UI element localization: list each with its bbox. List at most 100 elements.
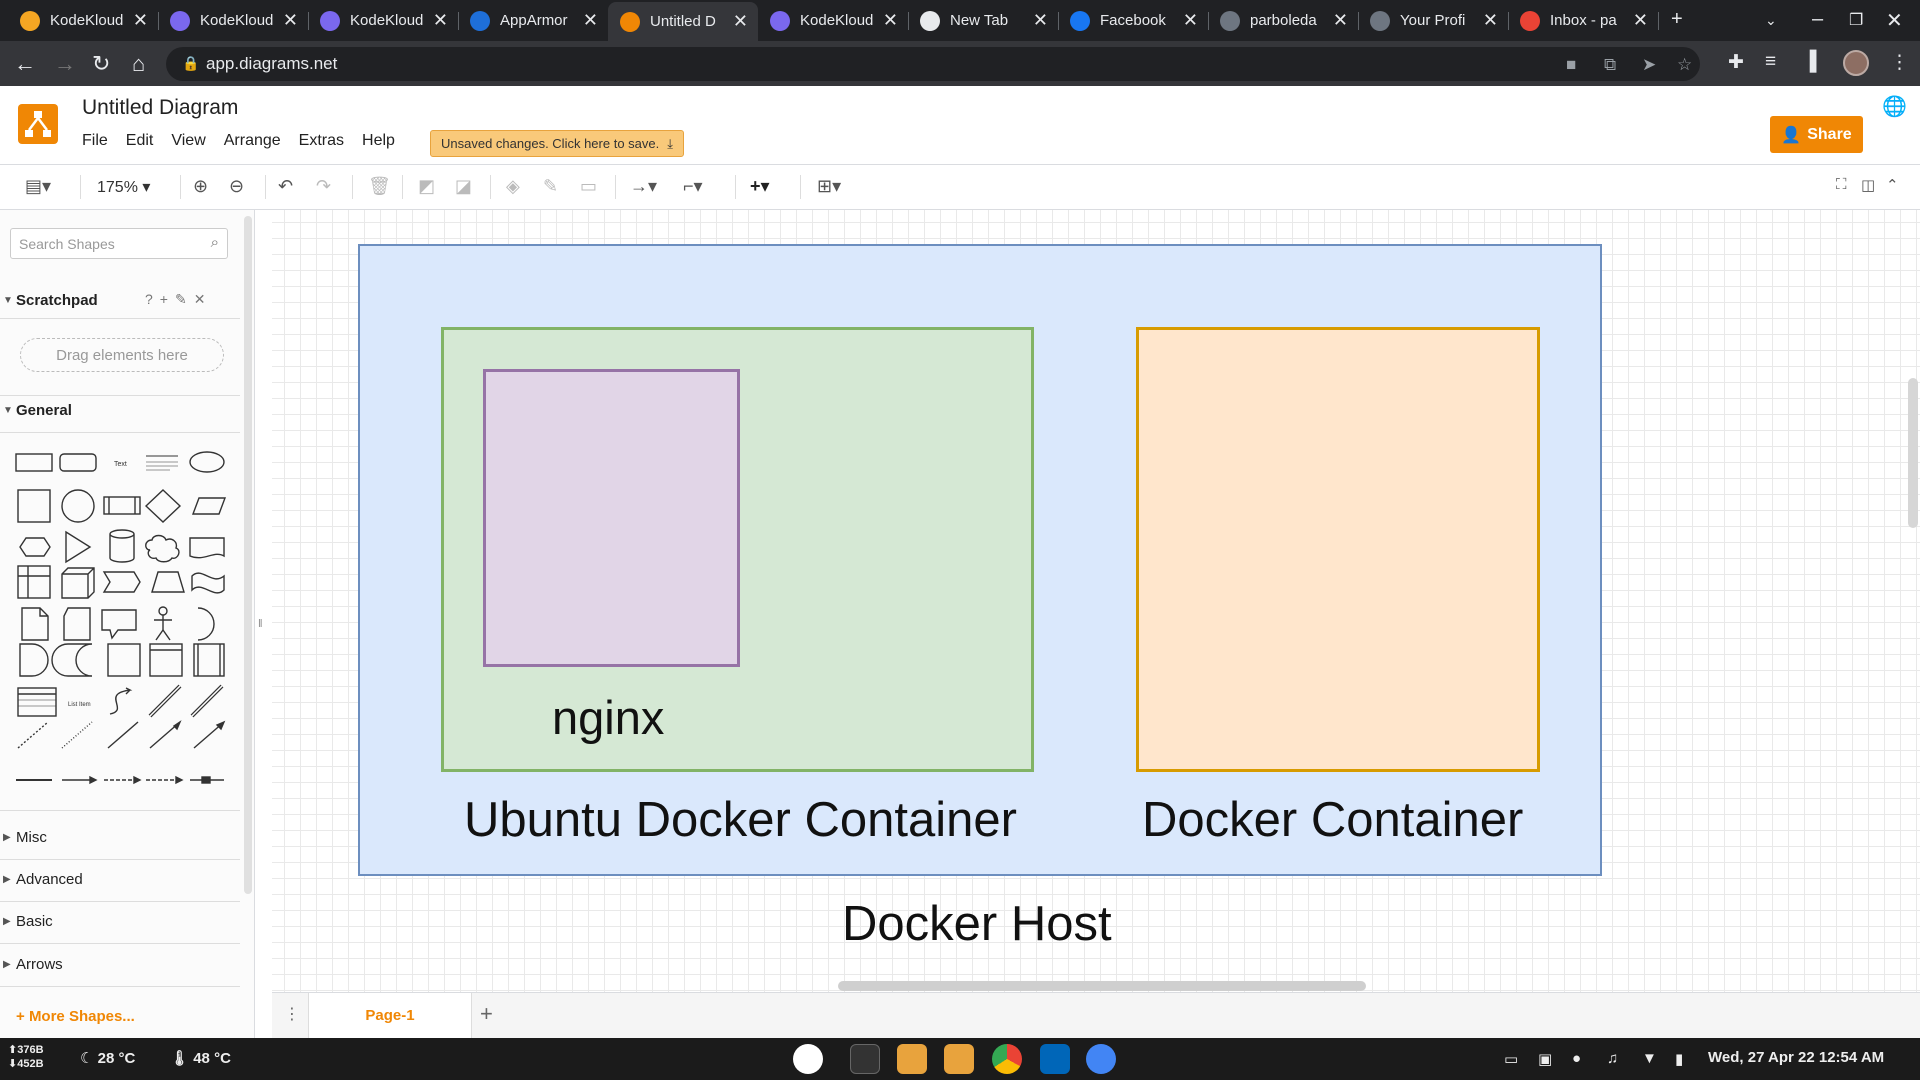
fill-color-icon[interactable]: ◈ [506, 176, 520, 197]
chromium-icon[interactable] [1086, 1044, 1116, 1074]
browser-tab[interactable]: parboleda ✕ [1208, 4, 1359, 37]
url-field[interactable]: 🔒 app.diagrams.net ■ ⧉ ➤ ☆ [166, 47, 1700, 81]
vscode-icon[interactable] [1040, 1044, 1070, 1074]
browser-tab[interactable]: New Tab ✕ [908, 4, 1059, 37]
bookmark-star-icon[interactable]: ☆ [1677, 55, 1692, 75]
browser-tab[interactable]: KodeKloud ✕ [308, 4, 459, 37]
docker-container-label[interactable]: Docker Container [1142, 792, 1523, 848]
general-shapes-grid[interactable]: Text List Item [10, 442, 235, 807]
browser-menu-icon[interactable]: ⋮ [1890, 51, 1909, 74]
splitter-handle[interactable]: ǁ [258, 618, 263, 630]
advanced-header[interactable]: ▶ Advanced [0, 867, 240, 891]
horizontal-scrollbar[interactable] [838, 981, 1366, 991]
pages-menu-icon[interactable]: ⋮ [284, 1004, 300, 1024]
drawio-app-icon-2[interactable] [944, 1044, 974, 1074]
zoom-in-icon[interactable]: ⊕ [193, 176, 208, 197]
tab-close-icon[interactable]: ✕ [883, 10, 898, 31]
collapse-icon[interactable]: ⌃ [1886, 176, 1899, 194]
unsaved-changes-button[interactable]: Unsaved changes. Click here to save. ⤓ [430, 130, 684, 157]
share-button[interactable]: 👤 Share [1770, 116, 1863, 153]
clipboard-icon[interactable]: ▭ [1504, 1050, 1518, 1068]
drawio-app-icon[interactable] [897, 1044, 927, 1074]
docker-container-shape[interactable] [1136, 327, 1540, 772]
browser-tab[interactable]: Untitled D ✕ [608, 2, 758, 41]
language-globe-icon[interactable]: 🌐 [1882, 94, 1907, 119]
more-shapes-button[interactable]: + More Shapes... [16, 1008, 135, 1025]
zoom-select[interactable]: 175% ▾ [97, 177, 150, 197]
profile-avatar[interactable] [1843, 50, 1869, 76]
tab-close-icon[interactable]: ✕ [1033, 10, 1048, 31]
nginx-label[interactable]: nginx [552, 690, 664, 745]
notes-icon[interactable]: ▣ [1538, 1050, 1552, 1068]
scratchpad-dropzone[interactable]: Drag elements here [20, 338, 224, 372]
undo-icon[interactable]: ↶ [278, 176, 293, 197]
redo-icon[interactable]: ↷ [316, 176, 331, 197]
browser-tab[interactable]: KodeKloud ✕ [158, 4, 309, 37]
new-tab-button[interactable]: + [1671, 8, 1683, 31]
clock[interactable]: Wed, 27 Apr 22 12:54 AM [1708, 1049, 1884, 1066]
add-page-button[interactable]: + [480, 1001, 493, 1027]
menu-view[interactable]: View [162, 132, 214, 150]
to-front-icon[interactable]: ◩ [418, 176, 435, 197]
tab-close-icon[interactable]: ✕ [433, 10, 448, 31]
delete-icon[interactable]: 🗑 [368, 176, 391, 197]
battery-icon[interactable]: ▮ [1675, 1050, 1683, 1068]
to-back-icon[interactable]: ◪ [455, 176, 472, 197]
browser-tab[interactable]: Inbox - pa ✕ [1508, 4, 1659, 37]
line-color-icon[interactable]: ✎ [543, 176, 558, 197]
home-icon[interactable]: ⌂ [132, 51, 145, 77]
chrome-icon[interactable] [992, 1044, 1022, 1074]
tab-close-icon[interactable]: ✕ [1633, 10, 1648, 31]
misc-header[interactable]: ▶ Misc [0, 825, 240, 849]
menu-extras[interactable]: Extras [290, 132, 353, 150]
browser-tab[interactable]: KodeKloud ✕ [758, 4, 909, 37]
scratchpad-tools[interactable]: ?+✎✕ [145, 291, 212, 308]
search-shapes-input[interactable]: Search Shapes ⌕ [10, 228, 228, 259]
send-icon[interactable]: ➤ [1642, 55, 1656, 75]
tab-close-icon[interactable]: ✕ [1483, 10, 1498, 31]
back-icon[interactable]: ← [14, 51, 36, 77]
general-header[interactable]: ▼ General [0, 398, 240, 422]
waypoints-icon[interactable]: ⌐▾ [683, 176, 703, 197]
tab-close-icon[interactable]: ✕ [1183, 10, 1198, 31]
minimize-icon[interactable]: – [1812, 8, 1823, 31]
terminal-icon[interactable] [850, 1044, 880, 1074]
search-icon[interactable]: ⌕ [211, 234, 219, 251]
sidebar-scrollbar[interactable] [244, 216, 252, 894]
window-close-icon[interactable]: ✕ [1886, 8, 1903, 33]
menu-edit[interactable]: Edit [117, 132, 163, 150]
open-external-icon[interactable]: ⧉ [1604, 55, 1616, 75]
browser-tab[interactable]: Facebook ✕ [1058, 4, 1209, 37]
launcher-icon[interactable] [793, 1044, 823, 1074]
reload-icon[interactable]: ↻ [92, 51, 110, 77]
user-tray-icon[interactable]: ● [1572, 1050, 1581, 1067]
tab-close-icon[interactable]: ✕ [283, 10, 298, 31]
drawio-logo[interactable] [18, 104, 58, 144]
format-panel-icon[interactable]: ▤▾ [25, 176, 51, 197]
menu-file[interactable]: File [82, 132, 117, 150]
menu-help[interactable]: Help [353, 132, 404, 150]
restore-icon[interactable]: ❐ [1849, 10, 1863, 30]
temperature-widget[interactable]: 🌡 48 °C [170, 1049, 231, 1067]
connection-icon[interactable]: →▾ [630, 176, 657, 197]
vertical-scrollbar[interactable] [1908, 378, 1918, 528]
fullscreen-icon[interactable]: ⛶ [1836, 176, 1847, 193]
wifi-icon[interactable]: ▼ [1642, 1050, 1657, 1067]
tab-page-1[interactable]: Page-1 [308, 993, 472, 1038]
diagram-canvas[interactable]: nginx Ubuntu Docker Container Docker Con… [272, 210, 1920, 992]
tab-close-icon[interactable]: ✕ [583, 10, 598, 31]
docker-host-label[interactable]: Docker Host [842, 896, 1112, 952]
browser-tab[interactable]: Your Profi ✕ [1358, 4, 1509, 37]
table-icon[interactable]: ⊞▾ [817, 176, 841, 197]
weather-widget[interactable]: ☾ 28 °C [80, 1049, 135, 1067]
tab-close-icon[interactable]: ✕ [733, 11, 748, 32]
document-title[interactable]: Untitled Diagram [82, 96, 238, 120]
camera-icon[interactable]: ■ [1566, 55, 1576, 75]
shadow-icon[interactable]: ▭ [580, 176, 597, 197]
forward-icon[interactable]: → [54, 51, 76, 77]
media-icon[interactable]: ≡ [1765, 51, 1776, 73]
tab-search-icon[interactable]: ⌄ [1765, 12, 1777, 29]
ubuntu-container-label[interactable]: Ubuntu Docker Container [464, 792, 1017, 848]
arrows-header[interactable]: ▶ Arrows [0, 952, 240, 976]
nginx-shape[interactable] [483, 369, 740, 667]
